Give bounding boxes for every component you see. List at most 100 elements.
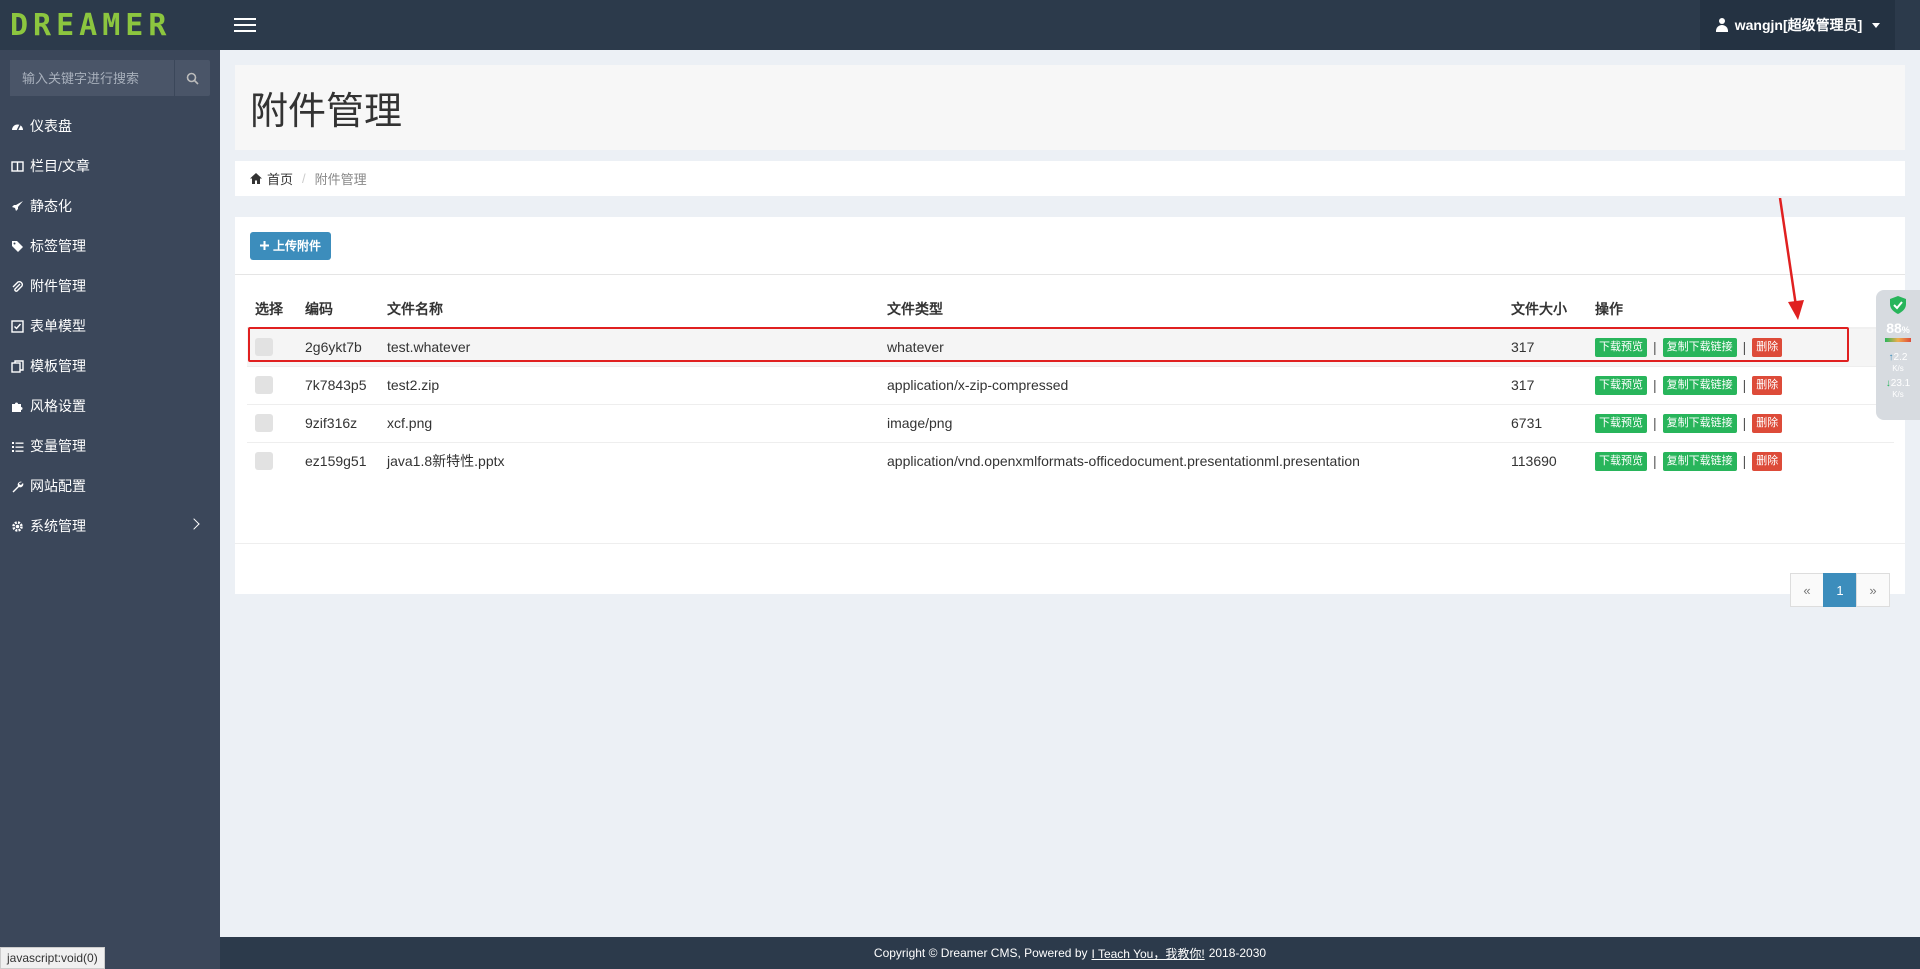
sidebar-item-columns[interactable]: 栏目/文章 <box>0 146 220 186</box>
network-monitor-widget[interactable]: 88% ↑2.2 K/s ↓23.1 K/s <box>1876 290 1920 420</box>
logo-text: DREAMER <box>10 7 172 43</box>
footer-link[interactable]: I Teach You，我教你! <box>1092 945 1205 962</box>
download-preview-button[interactable]: 下载预览 <box>1595 413 1647 433</box>
attachments-table: 选择 编码 文件名称 文件类型 文件大小 操作 2g6ykt7b test.wh… <box>247 290 1894 480</box>
cell-name: test.whatever <box>379 327 879 366</box>
sidebar-item-system[interactable]: 系统管理 <box>0 506 220 546</box>
download-speed-unit: K/s <box>1892 390 1904 399</box>
sidebar-item-dashboard[interactable]: 仪表盘 <box>0 106 220 146</box>
caret-down-icon <box>1872 22 1881 28</box>
download-preview-button[interactable]: 下载预览 <box>1595 451 1647 471</box>
delete-button[interactable]: 删除 <box>1752 413 1783 433</box>
chevron-right-icon <box>188 518 200 530</box>
paperclip-icon <box>10 279 24 293</box>
top-navbar: DREAMER wangjn[超级管理员] <box>0 0 1920 50</box>
row-checkbox[interactable] <box>255 338 273 357</box>
action-separator: | <box>1653 415 1657 431</box>
row-actions: 下载预览 | 复制下载链接 | 删除 <box>1595 337 1886 357</box>
download-preview-button[interactable]: 下载预览 <box>1595 337 1647 357</box>
cell-size: 113690 <box>1503 441 1587 480</box>
plus-icon <box>260 241 269 250</box>
cpu-percent-value: 88 <box>1886 320 1902 336</box>
breadcrumb-home-label: 首页 <box>267 172 294 187</box>
copy-download-link-button[interactable]: 复制下载链接 <box>1662 375 1737 395</box>
row-actions: 下载预览 | 复制下载链接 | 删除 <box>1595 451 1886 471</box>
list-icon <box>10 439 24 453</box>
sidebar-item-templates[interactable]: 模板管理 <box>0 346 220 386</box>
sidebar-item-static[interactable]: 静态化 <box>0 186 220 226</box>
delete-button[interactable]: 删除 <box>1752 451 1783 471</box>
upload-attachment-button[interactable]: 上传附件 <box>250 231 332 260</box>
pagination-prev[interactable]: « <box>1790 573 1824 607</box>
browser-status-bar: javascript:void(0) <box>0 947 105 969</box>
breadcrumb-home-link[interactable]: 首页 <box>250 169 293 188</box>
breadcrumb-current: 附件管理 <box>314 172 367 187</box>
cell-name: xcf.png <box>379 403 879 442</box>
row-checkbox[interactable] <box>255 376 273 395</box>
delete-button[interactable]: 删除 <box>1752 337 1783 357</box>
sidebar-item-label: 风格设置 <box>30 398 86 414</box>
sidebar-item-label: 模板管理 <box>30 358 86 374</box>
copy-download-link-button[interactable]: 复制下载链接 <box>1662 337 1737 357</box>
upload-speed: ↑2.2 K/s <box>1889 352 1908 374</box>
upload-speed-unit: K/s <box>1892 364 1904 373</box>
col-size: 文件大小 <box>1503 290 1587 329</box>
search-input[interactable] <box>10 60 174 96</box>
action-separator: | <box>1653 453 1657 470</box>
cell-code: ez159g51 <box>297 441 379 480</box>
row-checkbox[interactable] <box>255 452 273 471</box>
breadcrumb: 首页 / 附件管理 <box>235 161 1905 196</box>
sidebar-item-label: 网站配置 <box>30 478 86 494</box>
cell-code: 2g6ykt7b <box>297 327 379 366</box>
search-button[interactable] <box>174 60 210 96</box>
logo[interactable]: DREAMER <box>0 0 220 50</box>
download-speed-value: 23.1 <box>1890 378 1911 389</box>
sidebar-item-tags[interactable]: 标签管理 <box>0 226 220 266</box>
sidebar-item-site-config[interactable]: 网站配置 <box>0 466 220 506</box>
row-checkbox[interactable] <box>255 414 273 433</box>
sidebar-search <box>10 60 210 96</box>
checkbox-icon <box>10 319 24 333</box>
sidebar-item-attachments[interactable]: 附件管理 <box>0 266 220 306</box>
sidebar-item-label: 仪表盘 <box>30 118 72 134</box>
copy-download-link-button[interactable]: 复制下载链接 <box>1662 413 1737 433</box>
sidebar: 仪表盘 栏目/文章 静态化 标签管理 附件管理 表单模型 模板管理 风格设置 <box>0 50 220 969</box>
sidebar-item-label: 系统管理 <box>30 518 86 534</box>
sidebar-item-label: 表单模型 <box>30 318 86 334</box>
pagination: « 1 » <box>1790 573 1890 607</box>
sidebar-item-label: 栏目/文章 <box>30 158 90 174</box>
action-separator: | <box>1742 415 1747 431</box>
copy-download-link-button[interactable]: 复制下载链接 <box>1662 451 1737 471</box>
page-header: 附件管理 <box>235 65 1905 150</box>
sidebar-item-style[interactable]: 风格设置 <box>0 386 220 426</box>
footer: Copyright © Dreamer CMS, Powered by I Te… <box>220 937 1920 969</box>
panel-divider <box>235 543 1905 544</box>
delete-button[interactable]: 删除 <box>1752 375 1783 395</box>
sidebar-item-variables[interactable]: 变量管理 <box>0 426 220 466</box>
col-name: 文件名称 <box>379 290 879 329</box>
cell-size: 317 <box>1503 327 1587 366</box>
sidebar-item-label: 标签管理 <box>30 238 86 254</box>
puzzle-icon <box>10 399 24 413</box>
search-icon <box>186 72 199 85</box>
action-separator: | <box>1742 453 1747 470</box>
pagination-next[interactable]: » <box>1856 573 1890 607</box>
action-separator: | <box>1742 377 1747 393</box>
home-icon <box>250 173 262 184</box>
action-separator: | <box>1653 339 1657 356</box>
sidebar-item-forms[interactable]: 表单模型 <box>0 306 220 346</box>
user-menu-dropdown[interactable]: wangjn[超级管理员] <box>1700 0 1895 50</box>
cpu-percent-unit: % <box>1901 325 1910 335</box>
table-row: 2g6ykt7b test.whatever whatever 317 下载预览… <box>247 327 1894 366</box>
footer-copyright: Copyright © Dreamer CMS, Powered by <box>873 946 1088 960</box>
row-actions: 下载预览 | 复制下载链接 | 删除 <box>1595 413 1886 433</box>
col-type: 文件类型 <box>879 290 1503 329</box>
tags-icon <box>10 239 24 253</box>
download-preview-button[interactable]: 下载预览 <box>1595 375 1647 395</box>
pagination-page[interactable]: 1 <box>1823 573 1857 607</box>
usage-bar <box>1885 338 1911 342</box>
table-header-row: 选择 编码 文件名称 文件类型 文件大小 操作 <box>247 290 1894 329</box>
sidebar-toggle-button[interactable] <box>220 0 270 50</box>
sidebar-item-label: 附件管理 <box>30 278 86 294</box>
user-icon <box>1715 18 1729 32</box>
